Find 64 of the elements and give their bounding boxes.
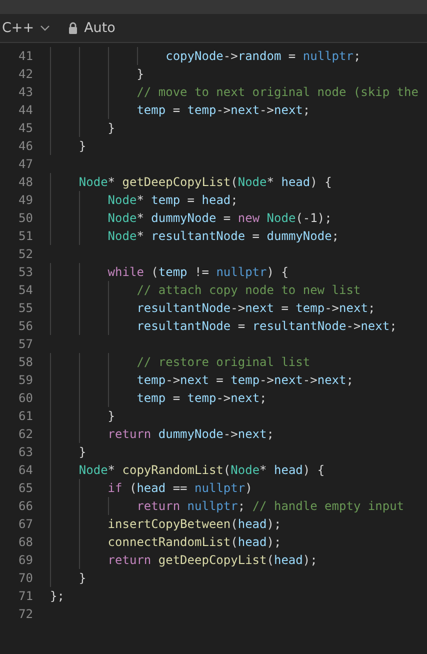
line-number: 57 — [18, 336, 33, 353]
line-number: 61 — [18, 408, 33, 425]
code-line: return nullptr; // handle empty input — [136, 499, 404, 513]
code-line: Node* temp = head; — [106, 193, 238, 207]
chevron-down-icon — [40, 25, 50, 31]
line-number: 60 — [18, 390, 33, 407]
mode-label: Auto — [84, 20, 116, 36]
code-line: // restore original list — [136, 355, 310, 369]
code-line: return dummyNode->next; — [106, 427, 274, 441]
code-line: // attach copy node to new list — [136, 283, 361, 297]
line-number: 51 — [18, 228, 33, 245]
language-dropdown[interactable]: C++ — [0, 20, 50, 36]
code-line: } — [78, 139, 86, 153]
line-number: 59 — [18, 372, 33, 389]
code-line: } — [78, 571, 86, 585]
line-number: 70 — [18, 570, 33, 587]
code-line: insertCopyBetween(head); — [106, 517, 282, 531]
lock-icon — [68, 22, 78, 34]
code-line: resultantNode = resultantNode->next; — [136, 319, 397, 333]
code-line: while (temp != nullptr) { — [106, 265, 288, 279]
line-number: 66 — [18, 498, 33, 515]
code-line: copyNode->random = nullptr; — [164, 49, 361, 63]
line-number: 41 — [18, 48, 33, 65]
code-line: Node* resultantNode = dummyNode; — [106, 229, 340, 243]
line-number: 43 — [18, 84, 33, 101]
line-number: 56 — [18, 318, 33, 335]
line-number: 72 — [18, 606, 33, 623]
line-number: 69 — [18, 552, 33, 569]
line-number: 46 — [18, 138, 33, 155]
code-line: // move to next original node (skip the — [136, 85, 418, 99]
line-number: 58 — [18, 354, 33, 371]
line-number: 45 — [18, 120, 33, 137]
line-number: 71 — [18, 588, 33, 605]
code-line: } — [78, 445, 86, 459]
line-number: 44 — [18, 102, 33, 119]
code-line: temp = temp->next->next; — [136, 103, 310, 117]
code-line: Node* dummyNode = new Node(-1); — [106, 211, 332, 225]
line-number: 48 — [18, 174, 33, 191]
line-number: 47 — [18, 156, 33, 173]
line-number: 64 — [18, 462, 33, 479]
code-line: return getDeepCopyList(head); — [106, 553, 318, 567]
line-number: 52 — [18, 246, 33, 263]
code-line: } — [106, 409, 116, 423]
line-number: 68 — [18, 534, 33, 551]
line-number: 63 — [18, 444, 33, 461]
code-line: }; — [50, 589, 64, 603]
line-number: 54 — [18, 282, 33, 299]
code-line: resultantNode->next = temp->next; — [136, 301, 376, 315]
code-line: } — [136, 67, 144, 81]
code-line: } — [106, 121, 116, 135]
code-line: temp->next = temp->next->next; — [136, 373, 354, 387]
line-number: 53 — [18, 264, 33, 281]
code-line: connectRandomList(head); — [106, 535, 282, 549]
line-number: 49 — [18, 192, 33, 209]
line-number: 42 — [18, 66, 33, 83]
code-line: Node* getDeepCopyList(Node* head) { — [78, 175, 332, 189]
line-number: 50 — [18, 210, 33, 227]
line-number: 67 — [18, 516, 33, 533]
code-line: Node* copyRandomList(Node* head) { — [78, 463, 325, 477]
code-line: if (head == nullptr) — [106, 481, 252, 495]
code-line: temp = temp->next; — [136, 391, 267, 405]
line-number: 62 — [18, 426, 33, 443]
line-number: 65 — [18, 480, 33, 497]
line-number: 55 — [18, 300, 33, 317]
